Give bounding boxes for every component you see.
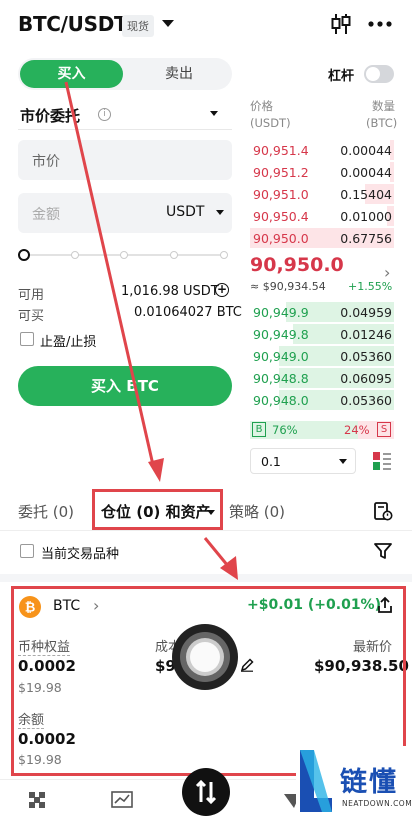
trade-swap-icon (195, 779, 217, 805)
nav-trade-button[interactable] (182, 768, 230, 816)
nav-market-icon[interactable] (111, 790, 133, 810)
annotation-arrows (64, 81, 238, 580)
watermark-brand: 链懂 (340, 767, 398, 798)
nav-home-icon[interactable] (27, 790, 47, 810)
watermark-logo: 链懂 NEATDOWN.COM (296, 746, 412, 819)
watermark-domain: NEATDOWN.COM (342, 799, 412, 808)
